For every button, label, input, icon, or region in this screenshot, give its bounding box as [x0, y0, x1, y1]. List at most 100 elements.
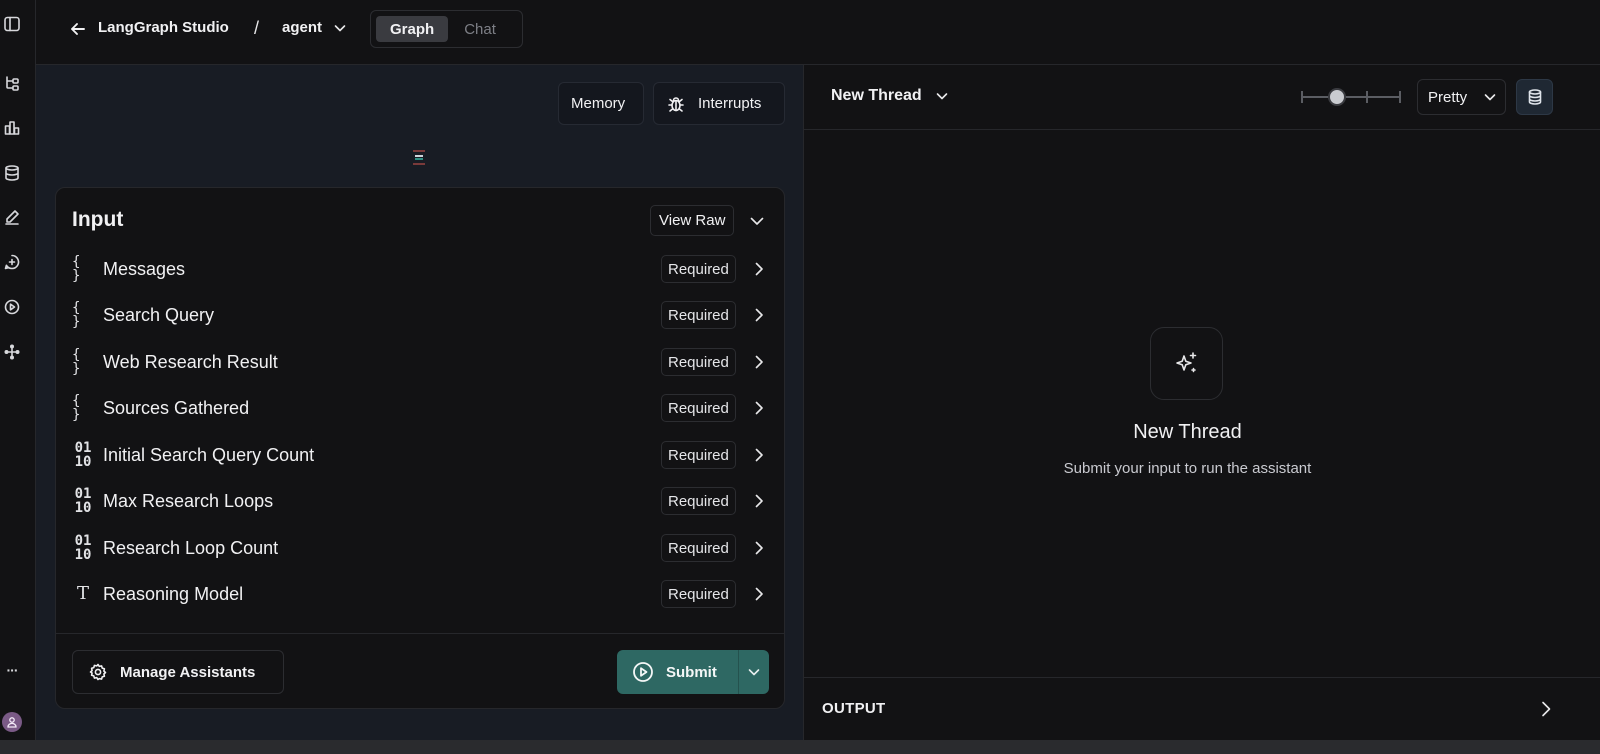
- binary-icon: 01 10: [74, 533, 92, 563]
- field-label: Messages: [103, 258, 186, 279]
- pencil-icon[interactable]: [2, 207, 22, 227]
- database-icon: [1526, 88, 1544, 106]
- chevron-down-icon: [1483, 90, 1497, 104]
- memory-button[interactable]: Memory: [558, 82, 644, 125]
- play-icon[interactable]: [2, 297, 22, 317]
- database-icon[interactable]: [2, 163, 22, 183]
- thread-panel: New Thread Pretty New Thread Submit your…: [803, 65, 1600, 740]
- chat-plus-icon[interactable]: [2, 252, 22, 272]
- submit-button[interactable]: Submit: [617, 650, 738, 694]
- field-sources-gathered[interactable]: { } Sources Gathered Required: [72, 391, 770, 425]
- required-badge: Required: [661, 348, 736, 376]
- field-label: Sources Gathered: [103, 397, 250, 418]
- braces-icon: { }: [72, 347, 81, 377]
- submit-options-button[interactable]: [738, 650, 769, 694]
- chevron-right-icon[interactable]: [751, 306, 767, 324]
- field-max-research-loops[interactable]: 01 10 Max Research Loops Required: [72, 484, 770, 518]
- bug-icon: [666, 94, 686, 114]
- field-label: Initial Search Query Count: [103, 444, 315, 465]
- binary-icon: 01 10: [74, 440, 92, 470]
- chevron-down-icon[interactable]: [748, 212, 766, 230]
- view-raw-button[interactable]: View Raw: [650, 205, 735, 236]
- more-icon[interactable]: ···: [2, 660, 22, 680]
- thread-selector[interactable]: New Thread: [831, 87, 950, 105]
- manage-assistants-button[interactable]: Manage Assistants: [72, 650, 284, 694]
- chevron-right-icon[interactable]: [751, 260, 767, 278]
- field-reasoning-model[interactable]: T Reasoning Model Required: [72, 577, 770, 611]
- graph-icon[interactable]: [2, 73, 22, 93]
- thread-select-label: New Thread: [831, 87, 922, 104]
- braces-icon: { }: [72, 300, 81, 330]
- slider-tick: [1366, 91, 1368, 103]
- chevron-right-icon[interactable]: [751, 399, 767, 417]
- top-bar: LangGraph Studio / agent Graph Chat: [36, 0, 1600, 65]
- interrupts-button[interactable]: Interrupts: [653, 82, 785, 125]
- render-mode-label: Pretty: [1428, 88, 1468, 106]
- slider-tick: [1399, 91, 1401, 103]
- user-avatar[interactable]: [2, 712, 22, 732]
- chevron-down-icon: [332, 20, 348, 36]
- text-type-icon: T: [76, 583, 89, 604]
- tab-graph[interactable]: Graph: [376, 16, 449, 42]
- input-title: Input: [72, 208, 124, 231]
- slider-tick: [1301, 91, 1303, 103]
- view-toggle: Graph Chat: [370, 10, 523, 48]
- field-web-research-result[interactable]: { } Web Research Result Required: [72, 345, 770, 379]
- sparkles-icon: [1150, 327, 1223, 400]
- detail-slider[interactable]: [1301, 87, 1401, 107]
- field-label: Max Research Loops: [103, 490, 274, 511]
- chart-icon[interactable]: [2, 118, 22, 138]
- chevron-right-icon[interactable]: [1537, 698, 1555, 720]
- field-label: Search Query: [103, 304, 215, 325]
- thread-header: New Thread Pretty: [804, 65, 1600, 130]
- manage-assistants-label: Manage Assistants: [120, 663, 256, 681]
- play-circle-icon: [632, 661, 654, 683]
- chevron-right-icon[interactable]: [751, 585, 767, 603]
- empty-state-subtitle: Submit your input to run the assistant: [1063, 460, 1312, 477]
- chevron-right-icon[interactable]: [751, 492, 767, 510]
- back-arrow-icon[interactable]: [68, 19, 88, 39]
- slider-track: [1303, 96, 1399, 98]
- app-title: LangGraph Studio: [98, 19, 229, 36]
- memory-label: Memory: [571, 95, 626, 112]
- divider: [56, 633, 784, 634]
- field-search-query[interactable]: { } Search Query Required: [72, 298, 770, 332]
- field-label: Research Loop Count: [103, 537, 279, 558]
- required-badge: Required: [661, 441, 736, 469]
- output-label: OUTPUT: [822, 700, 886, 717]
- output-section[interactable]: OUTPUT: [804, 677, 1600, 740]
- gear-icon: [88, 662, 108, 682]
- chevron-right-icon[interactable]: [751, 353, 767, 371]
- nodes-icon[interactable]: [2, 342, 22, 362]
- field-messages[interactable]: { } Messages Required: [72, 252, 770, 286]
- graph-panel: Memory Interrupts Input View Raw { } Mes…: [36, 65, 803, 740]
- tab-chat[interactable]: Chat: [450, 16, 510, 42]
- input-card: Input View Raw { } Messages Required { }…: [55, 187, 785, 709]
- empty-state-title: New Thread: [1133, 421, 1242, 443]
- field-label: Web Research Result: [103, 351, 278, 372]
- submit-button-group: Submit: [617, 650, 769, 694]
- field-initial-search-query-count[interactable]: 01 10 Initial Search Query Count Require…: [72, 438, 770, 472]
- panel-toggle-icon[interactable]: [2, 14, 22, 34]
- braces-icon: { }: [72, 254, 81, 284]
- chevron-down-icon: [934, 88, 950, 104]
- render-mode-select[interactable]: Pretty: [1417, 79, 1506, 115]
- interrupts-label: Interrupts: [698, 95, 762, 112]
- required-badge: Required: [661, 301, 736, 329]
- graph-node-thumbnail[interactable]: [410, 147, 428, 169]
- required-badge: Required: [661, 487, 736, 515]
- sidebar-rail: ···: [0, 0, 36, 754]
- submit-label: Submit: [666, 663, 717, 681]
- graph-selector[interactable]: agent: [282, 19, 348, 36]
- breadcrumb-separator: /: [254, 18, 260, 38]
- state-database-button[interactable]: [1516, 79, 1553, 115]
- field-research-loop-count[interactable]: 01 10 Research Loop Count Required: [72, 531, 770, 565]
- required-badge: Required: [661, 534, 736, 562]
- slider-thumb[interactable]: [1328, 88, 1346, 106]
- bottom-scrollbar[interactable]: [0, 740, 1600, 754]
- required-badge: Required: [661, 255, 736, 283]
- chevron-right-icon[interactable]: [751, 539, 767, 557]
- required-badge: Required: [661, 580, 736, 608]
- chevron-down-icon: [747, 665, 761, 679]
- chevron-right-icon[interactable]: [751, 446, 767, 464]
